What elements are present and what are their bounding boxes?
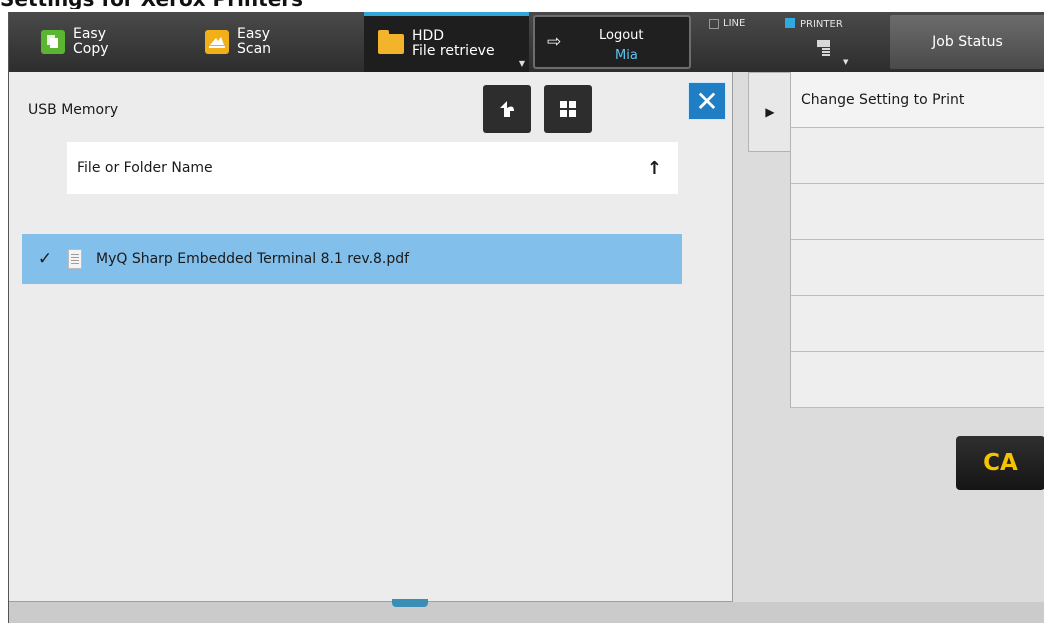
location-title: USB Memory	[28, 102, 119, 118]
job-status-button[interactable]: Job Status	[890, 15, 1044, 69]
line-indicator: LINE	[709, 18, 745, 29]
column-header-label: File or Folder Name	[77, 160, 213, 176]
easy-copy-label-2: Copy	[73, 41, 109, 57]
file-row[interactable]: ✓ MyQ Sharp Embedded Terminal 8.1 rev.8.…	[22, 234, 682, 284]
grid-view-icon	[560, 101, 576, 117]
close-button[interactable]: ✕	[688, 82, 726, 120]
line-status-icon	[709, 18, 719, 29]
bottom-strip	[9, 602, 1044, 623]
clear-all-button[interactable]: CA	[956, 436, 1044, 490]
expand-right-icon: ▶	[765, 105, 775, 119]
easy-scan-label-2: Scan	[237, 41, 272, 57]
hdd-file-retrieve-tab[interactable]: HDD File retrieve ▼	[364, 12, 529, 72]
printer-dropdown-icon: ▼	[843, 58, 849, 66]
scan-icon	[205, 30, 229, 54]
copy-icon	[41, 30, 65, 54]
easy-copy-button[interactable]: Easy Copy	[41, 12, 109, 72]
easy-scan-button[interactable]: Easy Scan	[205, 12, 271, 72]
page-caption: Settings for Xerox Printers	[0, 0, 303, 9]
back-up-arrow-icon	[500, 101, 514, 117]
close-x-icon: ✕	[695, 84, 719, 118]
action-empty-slot	[790, 128, 1044, 184]
action-empty-slot	[790, 240, 1044, 296]
grid-view-button[interactable]	[544, 85, 592, 133]
hdd-label-2: File retrieve	[412, 43, 495, 59]
logout-button[interactable]: ⇨ Logout Mia	[533, 15, 691, 69]
document-icon	[68, 249, 82, 269]
action-empty-slot	[790, 296, 1044, 352]
action-empty-slot	[790, 184, 1044, 240]
folder-icon	[378, 30, 404, 54]
line-label: LINE	[723, 18, 746, 29]
printer-icon	[817, 40, 831, 56]
easy-scan-label-1: Easy	[237, 26, 271, 42]
easy-copy-label-1: Easy	[73, 26, 107, 42]
sort-ascending-arrow-icon[interactable]: ↑	[647, 158, 662, 179]
printer-indicator[interactable]: PRINTER ▼	[785, 18, 848, 66]
action-change-setting-to-print[interactable]: Change Setting to Print	[790, 72, 1044, 128]
drawer-handle[interactable]	[392, 599, 428, 607]
top-bar: Easy Copy Easy Scan HDD File retrieve ▼ ⇨ L…	[9, 12, 1044, 72]
printer-status-icon	[785, 18, 795, 28]
logout-arrow-icon: ⇨	[547, 32, 562, 52]
dropdown-arrow-icon: ▼	[518, 59, 525, 68]
file-browser-panel: USB Memory ✕ File or Folder Name ↑ ✓ MyQ…	[9, 72, 733, 602]
column-header[interactable]: File or Folder Name ↑	[67, 142, 678, 194]
printer-label: PRINTER	[800, 19, 843, 30]
logged-in-user: Mia	[615, 48, 638, 63]
checkmark-icon: ✓	[37, 249, 53, 269]
device-screen: Easy Copy Easy Scan HDD File retrieve ▼ ⇨ L…	[8, 12, 1044, 623]
hdd-label-1: HDD	[412, 28, 445, 44]
expand-panel-tab[interactable]: ▶	[748, 72, 791, 152]
up-folder-button[interactable]	[483, 85, 531, 133]
logout-label: Logout	[599, 28, 644, 43]
action-list: Change Setting to Print	[790, 72, 1044, 408]
action-empty-slot	[790, 352, 1044, 408]
file-name: MyQ Sharp Embedded Terminal 8.1 rev.8.pd…	[96, 251, 410, 267]
